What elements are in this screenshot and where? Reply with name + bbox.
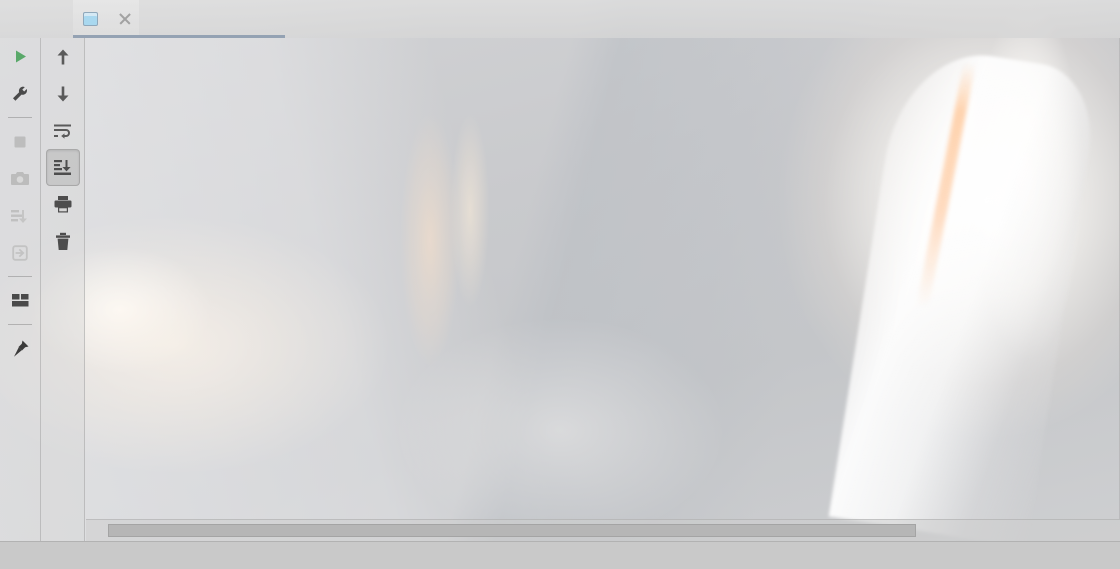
arrow-down-icon bbox=[57, 86, 68, 101]
wrench-icon bbox=[13, 86, 28, 101]
console-actions-toolbar bbox=[41, 38, 85, 545]
scroll-to-end-icon bbox=[54, 160, 71, 175]
exit-button[interactable] bbox=[0, 234, 40, 271]
layout-button[interactable] bbox=[0, 282, 40, 319]
run-actions-toolbar bbox=[0, 38, 41, 545]
run-tool-window-header bbox=[0, 0, 1120, 38]
clear-all-button[interactable] bbox=[41, 223, 84, 260]
console-output[interactable] bbox=[86, 38, 1120, 519]
intellij-run-window bbox=[0, 0, 1120, 569]
console-horizontal-scrollbar[interactable] bbox=[86, 519, 1120, 541]
run-configuration-icon bbox=[83, 12, 98, 26]
scrollbar-thumb[interactable] bbox=[108, 524, 916, 537]
arrow-up-icon bbox=[57, 49, 68, 64]
pin-icon bbox=[13, 340, 28, 357]
close-icon[interactable] bbox=[117, 11, 133, 27]
up-the-stack-trace-button[interactable] bbox=[41, 38, 84, 75]
screenshot-button[interactable] bbox=[0, 160, 40, 197]
exit-arrow-icon bbox=[12, 244, 28, 261]
down-the-stack-trace-button[interactable] bbox=[41, 75, 84, 112]
trash-icon bbox=[55, 232, 70, 250]
soft-wrap-button[interactable] bbox=[41, 112, 84, 149]
rerun-button[interactable] bbox=[0, 38, 40, 75]
scroll-to-end-button[interactable] bbox=[46, 149, 80, 186]
print-button[interactable] bbox=[41, 186, 84, 223]
restore-layout-icon bbox=[11, 294, 28, 307]
stop-square-icon bbox=[14, 136, 26, 147]
thread-dump-icon bbox=[11, 209, 27, 223]
edit-configurations-button[interactable] bbox=[0, 75, 40, 112]
toolbar-separator bbox=[8, 324, 32, 325]
play-triangle-icon bbox=[15, 50, 26, 63]
pin-tab-button[interactable] bbox=[0, 330, 40, 367]
dump-threads-button[interactable] bbox=[0, 197, 40, 234]
status-bar bbox=[0, 541, 1120, 569]
stop-button[interactable] bbox=[0, 123, 40, 160]
soft-wrap-icon bbox=[53, 124, 71, 139]
toolbar-separator bbox=[8, 117, 32, 118]
camera-icon bbox=[11, 171, 29, 185]
printer-icon bbox=[54, 196, 71, 213]
toolbar-separator bbox=[8, 276, 32, 277]
tab-annotationtest4[interactable] bbox=[73, 0, 139, 38]
